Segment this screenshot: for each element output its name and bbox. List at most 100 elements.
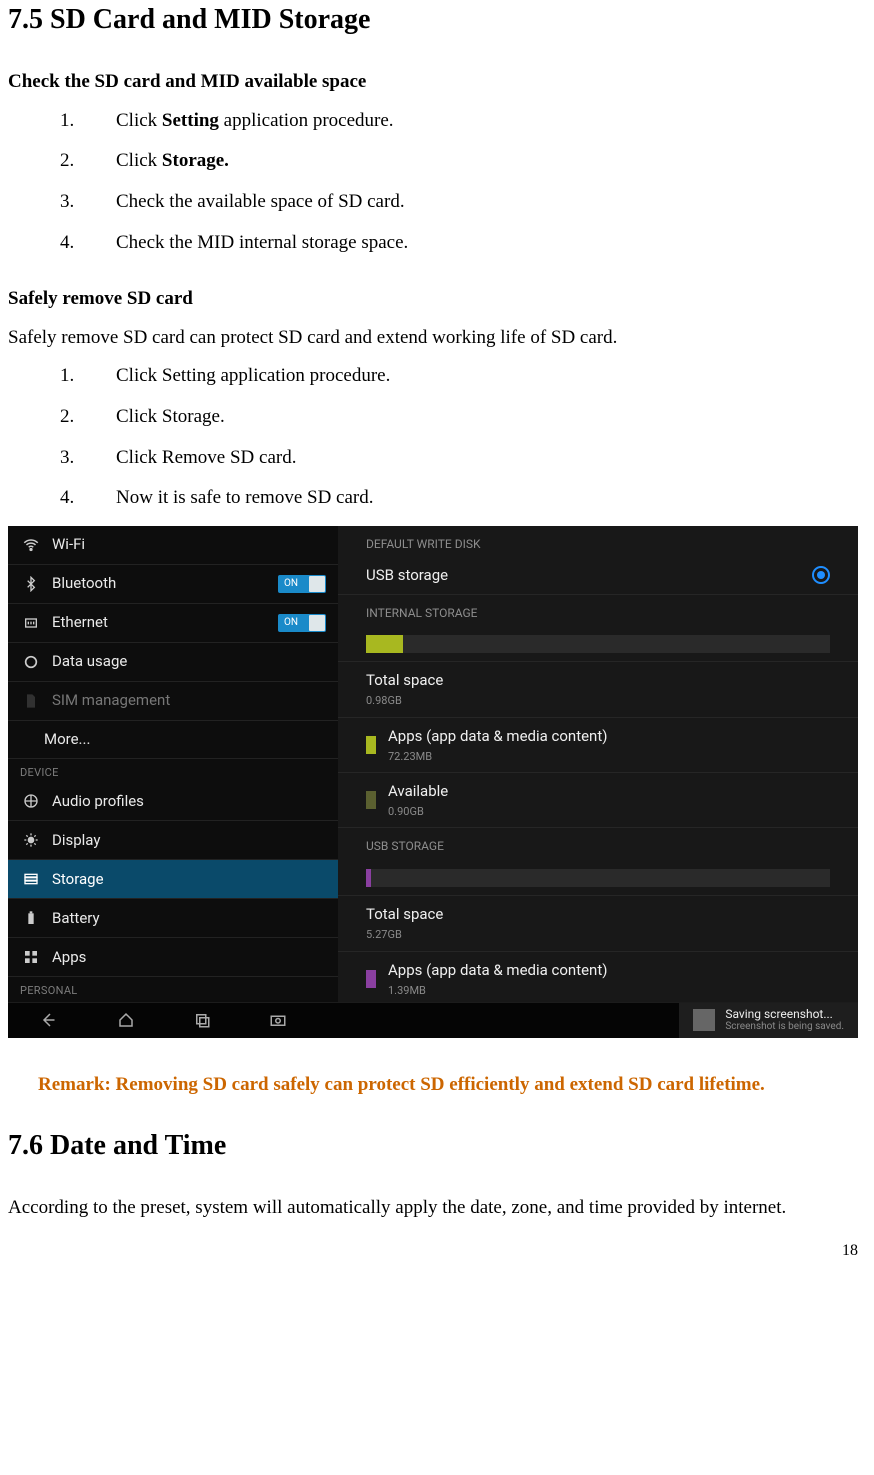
sidebar-item-wifi[interactable]: Wi-Fi	[8, 526, 338, 565]
settings-sidebar: Wi-Fi Bluetooth ON Ethernet ON Data usag…	[8, 526, 338, 1002]
sidebar-item-storage[interactable]: Storage	[8, 860, 338, 899]
battery-icon	[20, 907, 42, 929]
embedded-screenshot: Wi-Fi Bluetooth ON Ethernet ON Data usag…	[8, 526, 858, 1038]
sidebar-item-label: Bluetooth	[52, 573, 268, 594]
section-7-6-body: According to the preset, system will aut…	[8, 1195, 866, 1222]
safely-remove-title: Safely remove SD card	[8, 286, 866, 313]
sidebar-item-battery[interactable]: Battery	[8, 899, 338, 938]
recent-apps-button[interactable]	[188, 1008, 216, 1032]
list-number: 4.	[8, 485, 116, 512]
list-number: 3.	[8, 445, 116, 472]
list-item: 4. Now it is safe to remove SD card.	[8, 485, 866, 512]
color-swatch-icon	[366, 736, 376, 754]
internal-storage-bar[interactable]	[338, 625, 858, 662]
list-item: 2. Click Storage.	[8, 148, 866, 175]
sim-icon	[20, 690, 42, 712]
thumbnail-icon	[693, 1009, 715, 1031]
apps-icon	[20, 946, 42, 968]
internal-storage-header: INTERNAL STORAGE	[338, 595, 858, 626]
list-text: Check the MID internal storage space.	[116, 230, 866, 257]
list-item: 3. Check the available space of SD card.	[8, 189, 866, 216]
sidebar-item-audio[interactable]: Audio profiles	[8, 782, 338, 821]
item-title: Total space	[366, 904, 830, 925]
usb-apps-row[interactable]: Apps (app data & media content) 1.39MB	[338, 952, 858, 1002]
home-button[interactable]	[112, 1008, 140, 1032]
list-text: Click Setting application procedure.	[116, 108, 866, 135]
sidebar-item-label: Display	[52, 830, 326, 851]
sidebar-item-label: Audio profiles	[52, 791, 326, 812]
back-button[interactable]	[36, 1008, 64, 1032]
list-item: 3. Click Remove SD card.	[8, 445, 866, 472]
sidebar-item-label: Storage	[52, 869, 326, 890]
sidebar-item-label: Battery	[52, 908, 326, 929]
item-title: Total space	[366, 670, 830, 691]
list-number: 4.	[8, 230, 116, 257]
toast-subtitle: Screenshot is being saved.	[725, 1021, 844, 1032]
sidebar-item-label: Data usage	[52, 651, 326, 672]
sidebar-item-more[interactable]: More...	[8, 721, 338, 759]
list-text: Click Storage.	[116, 148, 866, 175]
list-item: 2. Click Storage.	[8, 404, 866, 431]
page-number: 18	[8, 1240, 866, 1262]
safely-remove-intro: Safely remove SD card can protect SD car…	[8, 325, 866, 352]
sidebar-item-label: More...	[44, 729, 326, 750]
item-title: Available	[388, 781, 448, 802]
ethernet-toggle[interactable]: ON	[278, 614, 326, 632]
list-text: Check the available space of SD card.	[116, 189, 866, 216]
section-7-6-title: 7.6 Date and Time	[8, 1126, 866, 1165]
list-text: Click Storage.	[116, 404, 866, 431]
screenshot-button[interactable]	[264, 1008, 292, 1032]
audio-icon	[20, 790, 42, 812]
sidebar-item-bluetooth[interactable]: Bluetooth ON	[8, 565, 338, 604]
check-space-title: Check the SD card and MID available spac…	[8, 69, 866, 96]
item-title: Apps (app data & media content)	[388, 726, 607, 747]
internal-total-space[interactable]: Total space 0.98GB	[338, 662, 858, 717]
color-swatch-icon	[366, 970, 376, 988]
sidebar-item-sim: SIM management	[8, 682, 338, 721]
safely-remove-steps: 1. Click Setting application procedure. …	[8, 363, 866, 511]
list-text: Click Remove SD card.	[116, 445, 866, 472]
list-number: 2.	[8, 404, 116, 431]
list-item: 4. Check the MID internal storage space.	[8, 230, 866, 257]
sidebar-item-display[interactable]: Display	[8, 821, 338, 860]
list-number: 1.	[8, 363, 116, 390]
usb-storage-bar[interactable]	[338, 859, 858, 896]
item-value: 0.98GB	[366, 693, 830, 708]
storage-bar	[366, 635, 830, 653]
bluetooth-toggle[interactable]: ON	[278, 575, 326, 593]
usb-storage-header: USB STORAGE	[338, 828, 858, 859]
usb-total-space[interactable]: Total space 5.27GB	[338, 896, 858, 951]
sidebar-item-ethernet[interactable]: Ethernet ON	[8, 604, 338, 643]
ethernet-icon	[20, 612, 42, 634]
toast-title: Saving screenshot...	[725, 1008, 844, 1021]
list-text: Click Setting application procedure.	[116, 363, 866, 390]
item-title: USB storage	[366, 565, 448, 586]
remark-text: Remark: Removing SD card safely can prot…	[38, 1068, 866, 1102]
section-7-5-title: 7.5 SD Card and MID Storage	[8, 0, 866, 39]
wifi-icon	[20, 534, 42, 556]
sidebar-section-personal: PERSONAL	[8, 977, 338, 1000]
list-number: 3.	[8, 189, 116, 216]
color-swatch-icon	[366, 791, 376, 809]
internal-available-row[interactable]: Available 0.90GB	[338, 773, 858, 828]
internal-apps-row[interactable]: Apps (app data & media content) 72.23MB	[338, 718, 858, 773]
sidebar-section-device: DEVICE	[8, 759, 338, 782]
check-space-steps: 1. Click Setting application procedure. …	[8, 108, 866, 256]
sidebar-item-label: Ethernet	[52, 612, 268, 633]
list-number: 1.	[8, 108, 116, 135]
default-write-disk-header: DEFAULT WRITE DISK	[338, 526, 858, 557]
sidebar-item-label: Wi-Fi	[52, 534, 326, 555]
usb-storage-option[interactable]: USB storage	[338, 557, 858, 595]
sidebar-item-data-usage[interactable]: Data usage	[8, 643, 338, 682]
list-item: 1. Click Setting application procedure.	[8, 363, 866, 390]
radio-selected-icon[interactable]	[812, 566, 830, 584]
data-usage-icon	[20, 651, 42, 673]
item-value: 0.90GB	[388, 804, 448, 819]
sidebar-item-apps[interactable]: Apps	[8, 938, 338, 977]
sidebar-item-label: SIM management	[52, 690, 326, 711]
bluetooth-icon	[20, 573, 42, 595]
sidebar-item-label: Apps	[52, 947, 326, 968]
screenshot-toast: Saving screenshot... Screenshot is being…	[679, 1003, 858, 1038]
list-text: Now it is safe to remove SD card.	[116, 485, 866, 512]
item-title: Apps (app data & media content)	[388, 960, 607, 981]
